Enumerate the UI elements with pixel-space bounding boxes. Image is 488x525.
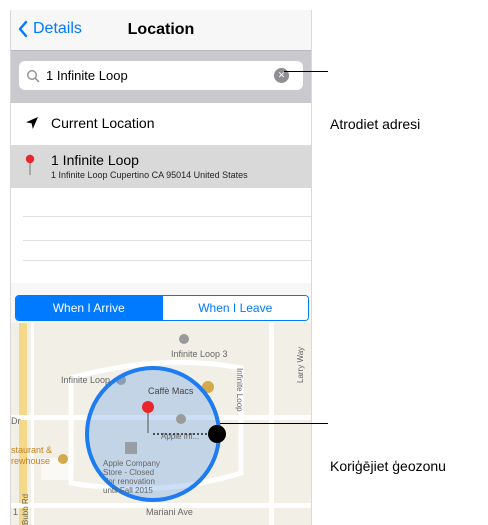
callout-geofence: Koriģējiet ģeozonu [330, 458, 446, 474]
phone-screen: Details Location ✕ Current Location 1 In… [10, 10, 312, 525]
map-label: Bubb Rd [21, 494, 30, 525]
store-icon [125, 442, 137, 454]
search-bar: ✕ [19, 61, 303, 90]
callout-leader-line [284, 71, 328, 72]
map-label: for renovation [106, 477, 155, 486]
when-i-arrive-segment[interactable]: When I Arrive [16, 296, 162, 320]
current-location-label: Current Location [51, 115, 155, 131]
pin-icon [25, 154, 35, 175]
map-label: Store - Closed [103, 468, 154, 477]
back-button-label: Details [33, 20, 82, 37]
search-icon [26, 69, 40, 82]
map-label: Mariani Ave [146, 507, 193, 517]
road [269, 323, 274, 525]
map-label: Caffè Macs [148, 386, 194, 396]
callout-address: Atrodiet adresi [330, 116, 421, 132]
search-input[interactable] [44, 67, 248, 84]
road [31, 323, 34, 525]
map-label: 1 [13, 507, 18, 517]
current-location-row[interactable]: Current Location [11, 103, 311, 146]
map-pin-icon [142, 401, 154, 413]
map-label: Infinite Loop 3 [171, 349, 228, 359]
map-label: Larry Way [296, 347, 305, 383]
segmented-control-container: When I Arrive When I Leave [11, 283, 311, 323]
map-label: Infinite Loop [61, 375, 110, 385]
map-label: Apple Company [103, 459, 160, 468]
divider [23, 216, 311, 217]
restaurant-poi-icon [58, 454, 68, 464]
navigation-bar: Details Location [11, 10, 311, 50]
map-label: Apple Inf... [161, 432, 199, 441]
map-canvas: Infinite Loop 3 Infinite Loop Caffè Macs… [11, 323, 311, 525]
back-button[interactable]: Details [17, 20, 82, 38]
when-i-leave-segment[interactable]: When I Leave [161, 296, 308, 320]
map-label: rewhouse [11, 456, 50, 466]
divider [23, 260, 311, 261]
poi-icon [179, 334, 189, 344]
poi-icon [176, 414, 186, 424]
arrive-leave-segmented-control: When I Arrive When I Leave [15, 295, 309, 321]
map-label: staurant & [11, 445, 52, 455]
divider [23, 240, 311, 241]
callout-leader-line [220, 423, 328, 424]
address-result-subtitle: 1 Infinite Loop Cupertino CA 95014 Unite… [51, 170, 248, 180]
chevron-left-icon [18, 20, 28, 38]
map-label: Infinite Loop [235, 368, 244, 412]
geofence-resize-handle[interactable] [208, 425, 226, 443]
map-label: until Fall 2015 [103, 486, 153, 495]
map-label: Dr [11, 416, 21, 426]
map-view[interactable]: Infinite Loop 3 Infinite Loop Caffè Macs… [11, 323, 311, 525]
search-bar-container: ✕ [11, 50, 311, 104]
location-arrow-icon [26, 117, 38, 129]
address-result-row[interactable]: 1 Infinite Loop 1 Infinite Loop Cupertin… [11, 146, 311, 188]
address-result-title: 1 Infinite Loop [51, 152, 139, 168]
